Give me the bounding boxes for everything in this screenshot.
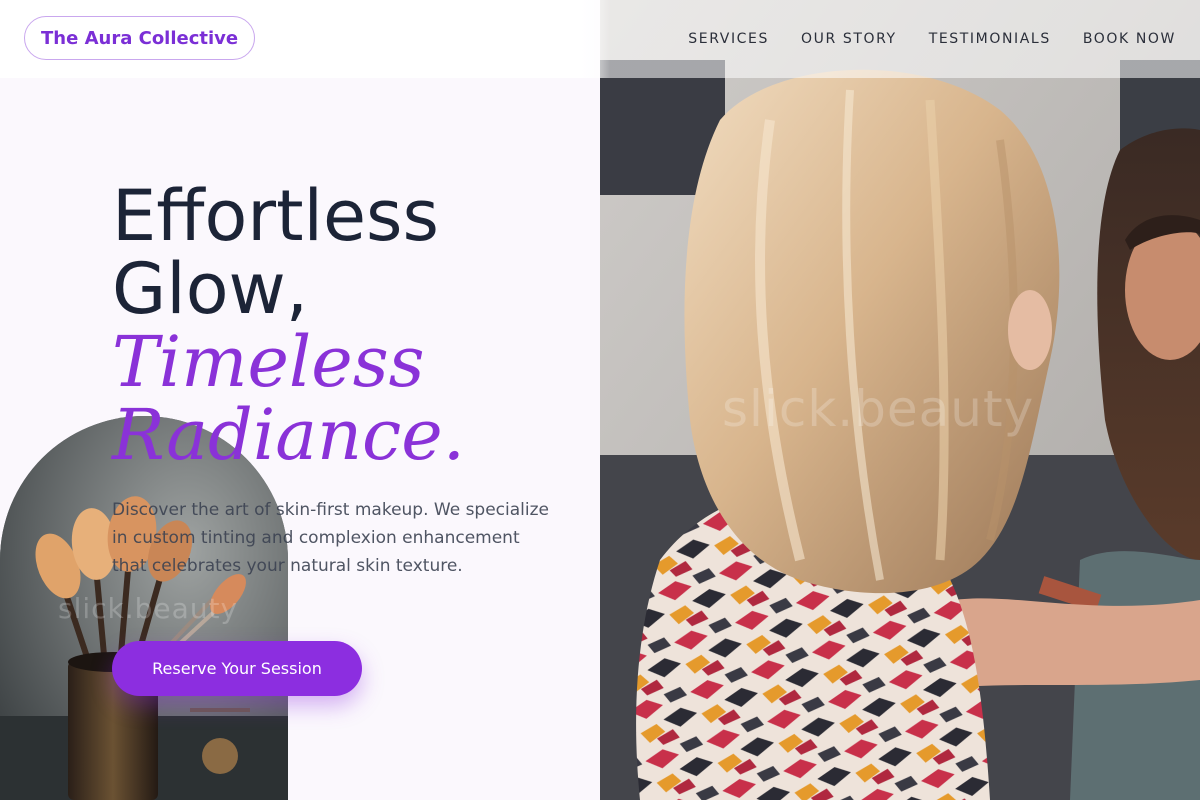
image-watermark: slick.beauty bbox=[722, 380, 1035, 438]
hero-headline: Effortless Glow, Timeless Radiance. bbox=[112, 180, 465, 472]
landing-page: slick.beauty The Aura Collective SERVICE… bbox=[0, 0, 1200, 800]
headline-accent-1: Timeless bbox=[112, 321, 425, 403]
headline-line-1: Effortless bbox=[112, 175, 439, 257]
headline-line-2: Glow, bbox=[112, 248, 309, 330]
headline-accent-2: Radiance. bbox=[112, 394, 465, 476]
reserve-session-button[interactable]: Reserve Your Session bbox=[112, 641, 362, 696]
nav-link-book-now[interactable]: BOOK NOW bbox=[1083, 31, 1176, 47]
hero-image: slick.beauty bbox=[600, 0, 1200, 800]
main-nav: SERVICES OUR STORY TESTIMONIALS BOOK NOW bbox=[688, 0, 1176, 78]
site-header: The Aura Collective SERVICES OUR STORY T… bbox=[0, 0, 1200, 78]
brand-logo[interactable]: The Aura Collective bbox=[24, 16, 256, 60]
nav-link-our-story[interactable]: OUR STORY bbox=[801, 31, 897, 47]
hero-description: Discover the art of skin-first makeup. W… bbox=[112, 500, 550, 576]
nav-link-testimonials[interactable]: TESTIMONIALS bbox=[929, 31, 1051, 47]
nav-link-services[interactable]: SERVICES bbox=[688, 31, 769, 47]
image-watermark-small: slick.beauty bbox=[58, 592, 239, 625]
